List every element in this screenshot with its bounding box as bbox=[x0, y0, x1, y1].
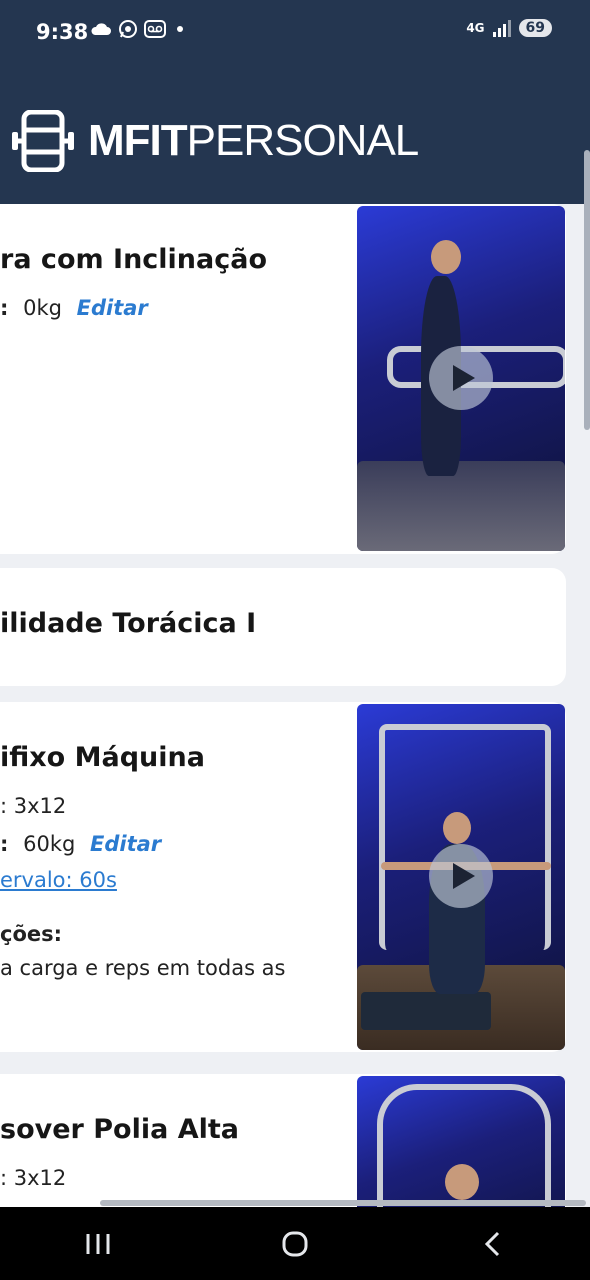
cloud-icon bbox=[91, 23, 111, 35]
home-button[interactable] bbox=[265, 1219, 325, 1269]
exercise-video[interactable] bbox=[357, 206, 565, 551]
notes-text: a carga e reps em todas as bbox=[0, 956, 286, 980]
back-button[interactable] bbox=[462, 1219, 522, 1269]
platform-graphic bbox=[361, 992, 491, 1030]
brand-bold: MFIT bbox=[88, 116, 188, 165]
recent-apps-icon bbox=[86, 1233, 110, 1254]
person-head bbox=[445, 1164, 479, 1200]
load-value: 0kg bbox=[23, 296, 62, 320]
status-time: 9:38 bbox=[36, 20, 89, 44]
vertical-scrollbar[interactable] bbox=[584, 150, 590, 430]
horizontal-scrollbar[interactable] bbox=[100, 1200, 586, 1206]
brand-logo[interactable]: MFITPERSONAL bbox=[10, 110, 420, 172]
edit-load-link[interactable]: Editar bbox=[90, 832, 161, 856]
person-head bbox=[443, 812, 471, 844]
notes-label: ções: bbox=[0, 922, 63, 946]
brand-light: PERSONAL bbox=[186, 116, 420, 165]
dumbbell-icon bbox=[12, 110, 74, 172]
exercise-title: ilidade Torácica I bbox=[0, 608, 257, 639]
brand-name: MFITPERSONAL bbox=[88, 116, 420, 166]
status-right: 4G 69 bbox=[466, 19, 552, 37]
series-line: : 3x12 bbox=[0, 1166, 67, 1190]
edit-load-link[interactable]: Editar bbox=[77, 296, 148, 320]
home-icon bbox=[282, 1231, 308, 1256]
floor-graphic bbox=[357, 461, 565, 551]
load-line: : 60kg Editar bbox=[0, 832, 161, 856]
exercise-card[interactable]: ilidade Torácica I bbox=[0, 568, 566, 686]
notification-icons bbox=[90, 19, 184, 39]
whatsapp-icon bbox=[119, 20, 137, 38]
load-prefix: : bbox=[0, 296, 9, 320]
exercise-video[interactable] bbox=[357, 704, 565, 1050]
exercise-card[interactable]: ra com Inclinação : 0kg Editar bbox=[0, 204, 566, 554]
system-nav-bar bbox=[0, 1207, 590, 1280]
interval-link[interactable]: ervalo: 60s bbox=[0, 868, 117, 892]
recent-apps-button[interactable] bbox=[68, 1219, 128, 1269]
load-line: : 0kg Editar bbox=[0, 296, 148, 320]
series-line: : 3x12 bbox=[0, 794, 67, 818]
battery-icon: 69 bbox=[518, 19, 552, 37]
exercise-title: ifixo Máquina bbox=[0, 742, 205, 773]
battery-level: 69 bbox=[525, 20, 545, 36]
load-value: 60kg bbox=[23, 832, 76, 856]
status-bar: 9:38 4G 69 bbox=[0, 0, 590, 66]
dot-icon bbox=[177, 26, 183, 32]
exercise-title: ra com Inclinação bbox=[0, 244, 268, 275]
exercise-title: sover Polia Alta bbox=[0, 1114, 239, 1145]
exercise-card[interactable]: ifixo Máquina : 3x12 : 60kg Editar erval… bbox=[0, 702, 566, 1052]
network-type: 4G bbox=[466, 21, 485, 35]
play-button[interactable] bbox=[429, 844, 493, 908]
back-icon bbox=[484, 1231, 499, 1256]
play-button[interactable] bbox=[429, 346, 493, 410]
voicemail-icon bbox=[144, 20, 166, 38]
signal-icon bbox=[492, 19, 511, 37]
person-head bbox=[431, 240, 461, 274]
load-prefix: : bbox=[0, 832, 9, 856]
app-header: MFITPERSONAL bbox=[0, 66, 590, 204]
